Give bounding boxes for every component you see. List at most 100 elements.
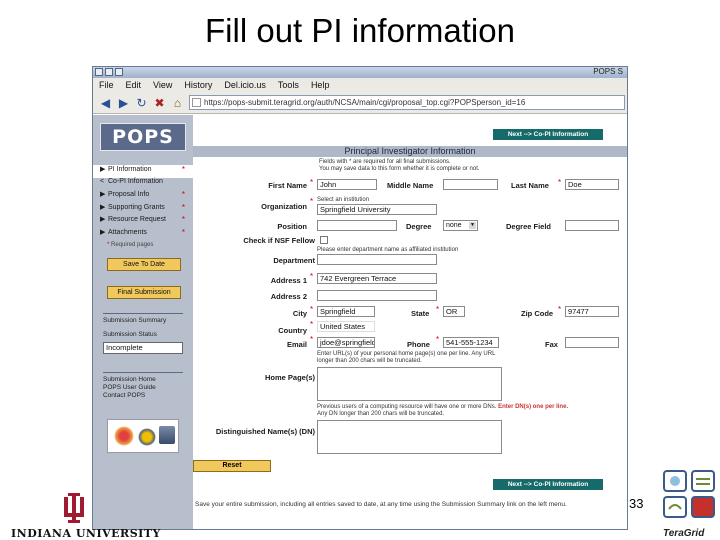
- dn-textarea[interactable]: [317, 420, 502, 454]
- close-icon[interactable]: [115, 68, 123, 76]
- sidebar-item-proposal-info[interactable]: ▶ Proposal Info *: [93, 190, 193, 203]
- city-input[interactable]: Springfield: [317, 306, 375, 317]
- reset-button[interactable]: Reset: [193, 460, 271, 472]
- forward-arrow-icon[interactable]: ▶: [117, 96, 130, 110]
- zip-input[interactable]: 97477: [565, 306, 619, 317]
- indiana-university-wordmark: INDIANA UNIVERSITY: [11, 527, 161, 540]
- degree-select[interactable]: none ▼: [443, 220, 478, 231]
- required-pages-note: * Required pages: [93, 242, 193, 248]
- address2-input[interactable]: [317, 290, 437, 301]
- organization-input[interactable]: Springfield University: [317, 204, 437, 215]
- user-guide-link[interactable]: POPS User Guide: [103, 384, 193, 392]
- next-co-pi-button[interactable]: Next --> Co-PI Information: [493, 129, 603, 140]
- home-icon[interactable]: ⌂: [171, 96, 184, 110]
- menu-help[interactable]: Help: [311, 80, 330, 90]
- teragrid-wordmark: TeraGrid: [663, 528, 705, 539]
- minimize-icon[interactable]: [95, 68, 103, 76]
- required-star: *: [181, 215, 185, 224]
- section-title: Principal Investigator Information: [193, 146, 627, 157]
- menu-file[interactable]: File: [99, 80, 114, 90]
- help-links: Submission Home POPS User Guide Contact …: [103, 372, 193, 400]
- last-name-label: Last Name: [511, 181, 549, 190]
- degree-field-input[interactable]: [565, 220, 619, 231]
- sidebar-item-supporting-grants[interactable]: ▶ Supporting Grants *: [93, 203, 193, 216]
- submission-summary-link[interactable]: Submission Summary: [103, 317, 193, 325]
- next-co-pi-button-bottom[interactable]: Next --> Co-PI Information: [493, 479, 603, 490]
- fax-label: Fax: [545, 340, 558, 349]
- form-intro: Fields with * are required for all final…: [319, 159, 519, 173]
- menu-view[interactable]: View: [153, 80, 172, 90]
- sidebar-item-label: Supporting Grants: [108, 203, 165, 211]
- sidebar-item-resource-request[interactable]: ▶ Resource Request *: [93, 215, 193, 228]
- submission-home-link[interactable]: Submission Home: [103, 376, 193, 384]
- menu-edit[interactable]: Edit: [126, 80, 142, 90]
- back-arrow-icon[interactable]: ◀: [99, 96, 112, 110]
- home-pages-textarea[interactable]: [317, 367, 502, 401]
- menu-tools[interactable]: Tools: [278, 80, 299, 90]
- reload-icon[interactable]: ↻: [135, 96, 148, 110]
- sidebar-item-attachments[interactable]: ▶ Attachments *: [93, 228, 193, 241]
- first-name-label: First Name: [268, 181, 307, 190]
- address2-label: Address 2: [270, 292, 307, 301]
- required-star: *: [310, 178, 314, 187]
- contact-pops-link[interactable]: Contact POPS: [103, 392, 193, 400]
- required-star: *: [436, 305, 440, 314]
- home-pages-label: Home Page(s): [264, 373, 315, 382]
- browser-window: POPS S File Edit View History Del.icio.u…: [92, 66, 628, 530]
- organization-note: Select an institution: [317, 197, 370, 203]
- phone-label: Phone: [407, 340, 430, 349]
- sidebar-item-label: PI Information: [108, 166, 152, 173]
- menu-delicious[interactable]: Del.icio.us: [224, 80, 266, 90]
- sidebar-item-co-pi-information[interactable]: < Co-PI Information: [93, 178, 193, 191]
- nsf-fellow-label: Check if NSF Fellow: [243, 236, 315, 245]
- organization-label: Organization: [261, 202, 307, 211]
- first-name-input[interactable]: John: [317, 179, 377, 190]
- page-content: POPS ▶ PI Information * < Co-PI Informatio…: [93, 115, 627, 529]
- final-submission-button[interactable]: Final Submission: [107, 286, 181, 299]
- partner-logos: [107, 419, 179, 453]
- partner-logo-icon: [114, 426, 134, 446]
- fax-input[interactable]: [565, 337, 619, 348]
- country-input[interactable]: United States: [317, 321, 375, 332]
- required-star: *: [310, 335, 314, 344]
- required-star: *: [181, 165, 185, 174]
- country-label: Country: [278, 326, 307, 335]
- nsf-fellow-checkbox[interactable]: [320, 236, 328, 244]
- required-star: *: [310, 272, 314, 281]
- department-input[interactable]: [317, 254, 437, 265]
- dn-note: Previous users of a computing resource w…: [317, 404, 627, 418]
- save-to-date-button[interactable]: Save To Date: [107, 258, 181, 271]
- maximize-icon[interactable]: [105, 68, 113, 76]
- submission-status-label: Submission Status: [103, 331, 157, 338]
- required-star: *: [310, 305, 314, 314]
- email-input[interactable]: jdoe@springfield.edu: [317, 337, 375, 348]
- required-star: *: [181, 190, 185, 199]
- sidebar-item-label: Resource Request: [108, 216, 166, 223]
- arrow-icon: ▶: [100, 191, 106, 198]
- last-name-input[interactable]: Doe: [565, 179, 619, 190]
- dn-note-line: Any DN longer than 200 chars will be tru…: [317, 411, 445, 417]
- page-icon: [192, 98, 201, 107]
- required-star: *: [310, 197, 314, 206]
- position-input[interactable]: [317, 220, 397, 231]
- middle-name-input[interactable]: [443, 179, 498, 190]
- home-pages-note: Enter URL(s) of your personal home page(…: [317, 351, 496, 364]
- sidebar-nav: ▶ PI Information * < Co-PI Information ▶ Pr…: [93, 165, 193, 240]
- address1-input[interactable]: 742 Evergreen Terrace: [317, 273, 437, 284]
- sidebar-item-pi-information[interactable]: ▶ PI Information *: [93, 165, 193, 178]
- sidebar-item-label: Co-PI Information: [108, 177, 163, 185]
- email-label: Email: [286, 340, 307, 349]
- state-input[interactable]: OR: [443, 306, 465, 317]
- pi-information-form: Next --> Co-PI Information Principal Inv…: [193, 115, 627, 529]
- arrow-icon: ▶: [100, 228, 106, 236]
- url-bar[interactable]: https://pops-submit.teragrid.org/auth/NC…: [189, 95, 625, 110]
- zip-label: Zip Code: [521, 309, 554, 318]
- dn-label: Distinguished Name(s) (DN): [215, 427, 315, 436]
- phone-input[interactable]: 541-555-1234: [443, 337, 499, 348]
- divider: [103, 372, 183, 373]
- degree-field-label: Degree Field: [506, 222, 552, 231]
- position-label: Position: [277, 222, 307, 231]
- menu-history[interactable]: History: [184, 80, 212, 90]
- arrow-icon: <: [100, 177, 105, 185]
- stop-icon[interactable]: ✖: [153, 96, 166, 110]
